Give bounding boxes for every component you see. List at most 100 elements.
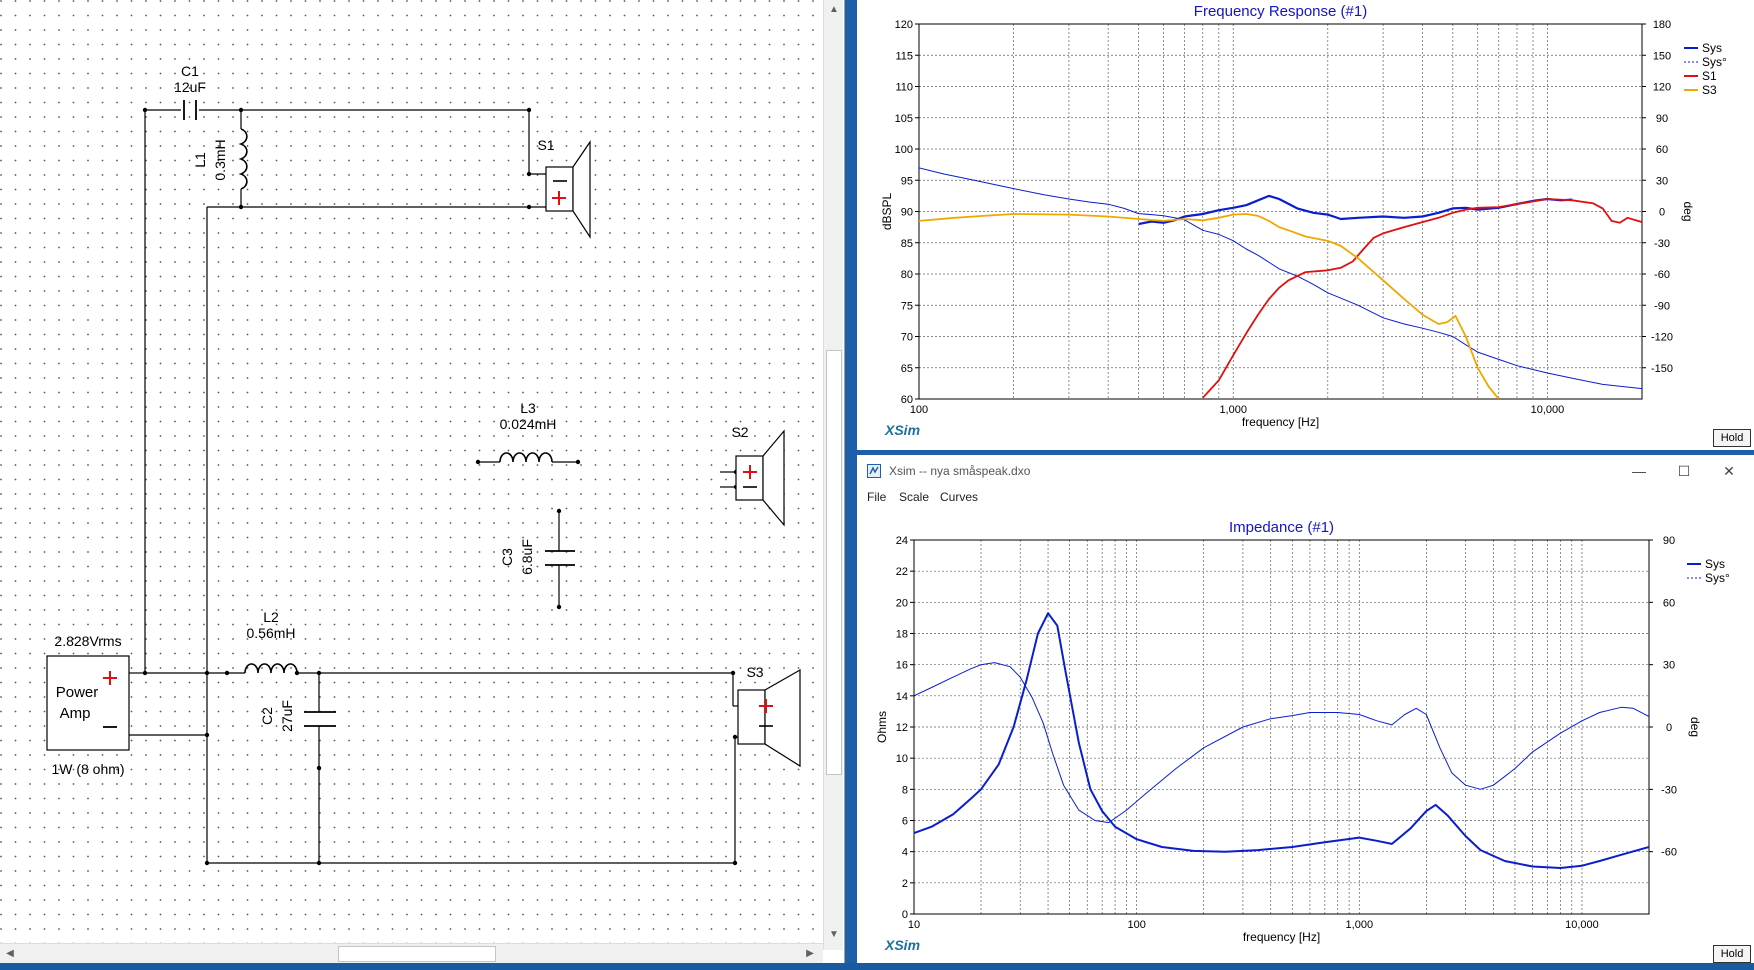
y-tick-label: 16 xyxy=(896,660,908,672)
y-tick-label: 14 xyxy=(896,691,908,703)
chart-title: Frequency Response (#1) xyxy=(1194,3,1367,20)
y2-tick-label: 180 xyxy=(1653,19,1671,31)
legend-label: S1 xyxy=(1702,69,1717,83)
y-tick-label: 75 xyxy=(901,300,913,312)
amp-voltage-label: 2.828Vrms xyxy=(54,633,121,649)
l2-name-label: L2 xyxy=(263,609,279,625)
y2-tick-label: -90 xyxy=(1654,300,1670,312)
series-line-sys xyxy=(914,612,1649,869)
xsim-logo: XSim xyxy=(885,937,921,953)
y2-tick-label: 150 xyxy=(1653,50,1671,62)
amp-label-line2: Amp xyxy=(60,705,91,722)
y-tick-label: 110 xyxy=(895,82,913,94)
l1-value-label: 0.3mH xyxy=(212,139,228,180)
chart-grid xyxy=(918,23,1643,400)
y-tick-label: 95 xyxy=(901,175,913,187)
y2-tick-label: -30 xyxy=(1654,238,1670,250)
y-tick-label: 22 xyxy=(896,566,908,578)
c2-value-label: 27uF xyxy=(279,700,295,732)
xsim-logo: XSim xyxy=(885,422,921,438)
hold-button[interactable]: Hold xyxy=(1713,429,1751,447)
frequency-response-chart: Frequency Response (#1) 60 65 70 75 80 85 90 95 1… xyxy=(880,3,1727,429)
amp-power-label: 1W (8 ohm) xyxy=(51,761,124,777)
y-tick-label: 80 xyxy=(901,269,913,281)
scroll-right-arrow-icon[interactable]: ▶ xyxy=(800,944,820,964)
x-tick-label: 100 xyxy=(910,404,928,416)
chart-grid xyxy=(913,539,1650,915)
x-tick-label: 10,000 xyxy=(1565,919,1599,931)
schematic-canvas[interactable]: C1 12uF L1 0.3mH S1 L3 0.024mH S2 C3 6.8… xyxy=(0,0,823,943)
l1-name-label: L1 xyxy=(192,152,208,168)
y-tick-label: 115 xyxy=(895,50,913,62)
y-tick-label: 120 xyxy=(895,19,913,31)
taskbar-strip xyxy=(0,963,1754,970)
y2-tick-label: -60 xyxy=(1661,847,1677,859)
grid-dots xyxy=(0,0,823,943)
y-tick-label: 70 xyxy=(901,332,913,344)
y-tick-label: 105 xyxy=(895,113,913,125)
scroll-down-arrow-icon[interactable]: ▼ xyxy=(824,925,844,945)
y-axis-label: dBSPL xyxy=(880,192,894,230)
x-tick-label: 100 xyxy=(1127,919,1145,931)
scroll-left-arrow-icon[interactable]: ◀ xyxy=(0,944,20,964)
y2-axis-label: deg xyxy=(1681,201,1695,221)
legend-label: Sys xyxy=(1705,557,1725,571)
vertical-scrollbar[interactable]: ▲ ▼ xyxy=(823,0,843,950)
c3-name-label: C3 xyxy=(499,548,515,566)
y-tick-label: 2 xyxy=(902,878,908,890)
x-axis-label: frequency [Hz] xyxy=(1243,930,1320,944)
y-tick-label: 90 xyxy=(901,207,913,219)
y2-tick-label: 30 xyxy=(1656,175,1668,187)
y2-tick-label: 90 xyxy=(1663,535,1675,547)
y-tick-label: 18 xyxy=(896,629,908,641)
l2-value-label: 0.56mH xyxy=(246,625,295,641)
frequency-response-window[interactable]: Frequency Response (#1) 60 65 70 75 80 85 90 95 1… xyxy=(857,0,1754,450)
y2-tick-label: 90 xyxy=(1656,113,1668,125)
y2-tick-label: -150 xyxy=(1651,363,1673,375)
l3-name-label: L3 xyxy=(520,400,536,416)
horizontal-scrollbar[interactable]: ◀ ▶ xyxy=(0,943,823,963)
y-axis-label: Ohms xyxy=(875,711,889,743)
legend-label: S3 xyxy=(1702,83,1717,97)
x-axis-label: frequency [Hz] xyxy=(1242,415,1319,429)
y-tick-label: 6 xyxy=(902,816,908,828)
impedance-window[interactable]: Xsim -- nya småspeak.dxo — ☐ ✕ File Scal… xyxy=(857,455,1754,965)
y2-tick-label: 0 xyxy=(1659,207,1665,219)
y2-tick-label: 60 xyxy=(1656,144,1668,156)
impedance-chart: Impedance (#1)024681012141618202224-60-3… xyxy=(875,519,1730,944)
y-tick-label: 85 xyxy=(901,238,913,250)
y2-axis-label: deg xyxy=(1688,717,1702,737)
y-tick-label: 12 xyxy=(896,722,908,734)
y2-tick-label: 0 xyxy=(1666,722,1672,734)
y-tick-label: 65 xyxy=(901,363,913,375)
scroll-up-arrow-icon[interactable]: ▲ xyxy=(824,0,844,20)
c1-value-label: 12uF xyxy=(174,79,206,95)
s1-name-label: S1 xyxy=(537,137,554,153)
schematic-pane[interactable]: C1 12uF L1 0.3mH S1 L3 0.024mH S2 C3 6.8… xyxy=(0,0,845,965)
y-tick-label: 24 xyxy=(896,535,908,547)
vertical-scroll-thumb[interactable] xyxy=(826,350,842,775)
horizontal-scroll-thumb[interactable] xyxy=(338,946,496,962)
c3-value-label: 6.8uF xyxy=(519,539,535,575)
y-tick-label: 20 xyxy=(896,597,908,609)
x-tick-label: 10,000 xyxy=(1531,404,1565,416)
y-tick-label: 100 xyxy=(895,144,913,156)
y2-tick-label: -60 xyxy=(1654,269,1670,281)
y-tick-label: 10 xyxy=(896,753,908,765)
l3-value-label: 0.024mH xyxy=(500,416,557,432)
y-tick-label: 4 xyxy=(902,847,908,859)
x-tick-label: 10 xyxy=(908,919,920,931)
y2-tick-label: -30 xyxy=(1661,784,1677,796)
s3-name-label: S3 xyxy=(746,664,763,680)
x-tick-label: 1,000 xyxy=(1346,919,1374,931)
legend-label: Sys° xyxy=(1702,55,1727,69)
amp-label-line1: Power xyxy=(56,684,99,701)
c2-name-label: C2 xyxy=(259,707,275,725)
hold-button[interactable]: Hold xyxy=(1713,945,1751,963)
c1-name-label: C1 xyxy=(181,63,199,79)
y2-tick-label: 60 xyxy=(1663,597,1675,609)
y2-tick-label: 30 xyxy=(1663,660,1675,672)
y2-tick-label: -120 xyxy=(1651,332,1673,344)
legend-label: Sys° xyxy=(1705,571,1730,585)
legend-label: Sys xyxy=(1702,41,1722,55)
